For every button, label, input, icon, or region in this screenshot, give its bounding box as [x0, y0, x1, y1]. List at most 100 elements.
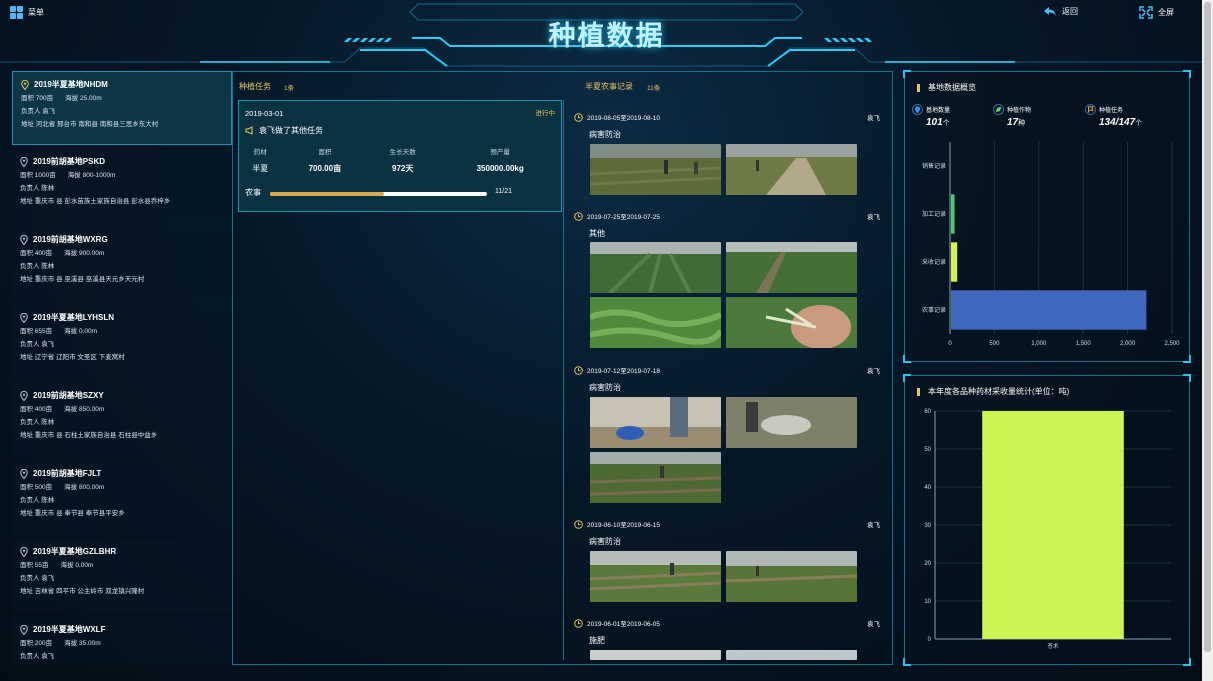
y-tick-label: 50	[924, 447, 931, 453]
base-address: 地址 吉林省 四平市 公主岭市 双龙镇兴隆村	[20, 588, 145, 595]
progress-text: 11/21	[495, 188, 512, 195]
bar	[982, 411, 1124, 639]
field-photo[interactable]	[590, 650, 721, 660]
records-bar-chart: 0 500 1,000 1,500 2,000 2,500 农事记录 采收记录 加工记录 销售记录	[922, 142, 1180, 347]
clock-icon	[574, 519, 583, 529]
y-tick-label: 加工记录	[922, 210, 946, 218]
y-tick-label: 10	[924, 599, 931, 605]
field-photo[interactable]	[590, 297, 721, 348]
harvest-panel: 本年度各品种药材采收量统计(单位：吨) 0 10 20 30 40 50 60 苍术	[903, 374, 1191, 666]
task-header: 药材	[253, 149, 267, 156]
record-type: 病害防治	[589, 130, 621, 139]
location-pin-icon	[20, 624, 28, 635]
base-owner: 负责人 陈林	[20, 497, 55, 504]
base-address: 地址 重庆市 县 巫溪县 巫溪县天元乡天元村	[20, 276, 145, 283]
x-tick-label: 2,500	[1164, 341, 1180, 347]
field-photo[interactable]	[590, 144, 721, 195]
record-item[interactable]: 2019-08-05至2019-08-10 袁飞 病害防治	[564, 100, 892, 199]
task-summary: 袁飞做了其他任务	[259, 126, 323, 135]
record-item[interactable]: 2019-07-25至2019-07-25 袁飞 其他	[564, 199, 892, 353]
x-tick-label: 500	[989, 341, 1000, 347]
task-card[interactable]: 2019-03-01 进行中 袁飞做了其他任务 药材 面积 生长天数 预产量 半…	[238, 100, 562, 212]
base-name: 2019前胡基地PSKD	[33, 157, 106, 166]
task-value: 972天	[392, 163, 414, 173]
record-date: 2019-07-25至2019-07-25	[587, 214, 660, 221]
record-item[interactable]: 2019-07-12至2019-07-18 袁飞 病害防治	[564, 353, 892, 507]
back-button[interactable]: 返回	[1043, 6, 1078, 17]
base-list-item[interactable]: 2019半夏基地NHDM 面积 700亩 海拔 25.00m 负责人 袁飞 地址 …	[12, 71, 232, 145]
field-photo[interactable]	[590, 452, 721, 503]
x-tick-label: 2,000	[1120, 341, 1136, 347]
plant-in-hand-photo[interactable]	[726, 297, 857, 348]
spraying-photo[interactable]	[590, 397, 721, 448]
record-date: 2019-06-01至2019-06-05	[587, 621, 660, 628]
location-pin-icon	[20, 390, 28, 401]
clock-icon	[574, 365, 583, 375]
field-photo[interactable]	[590, 551, 721, 602]
base-list-item[interactable]: 2019半夏基地WXLF 面积 200亩 海拔 35.00m 负责人 袁飞	[12, 617, 232, 665]
base-owner: 负责人 袁飞	[20, 575, 55, 582]
planting-panel: 种植任务 1条 半夏农事记录 11条 2019-03-01 进行中 袁飞做了其他…	[232, 71, 893, 665]
base-list-item[interactable]: 2019前胡基地PSKD 面积 1000亩 海拔 800-1000m 负责人 陈林…	[12, 149, 232, 223]
location-pin-icon	[20, 234, 28, 245]
base-list-item[interactable]: 2019前胡基地FJLT 面积 500亩 海拔 800.00m 负责人 陈林 地址…	[12, 461, 232, 535]
y-tick-label: 采收记录	[922, 258, 946, 266]
record-date: 2019-07-12至2019-07-18	[587, 368, 660, 375]
location-pin-icon	[20, 546, 28, 557]
field-photo[interactable]	[726, 144, 857, 195]
location-pin-icon	[20, 468, 28, 479]
base-list-item[interactable]: 2019半夏基地GZLBHR 面积 55亩 海拔 0.00m 负责人 袁飞 地址 …	[12, 539, 232, 613]
back-label: 返回	[1062, 7, 1078, 16]
record-type: 病害防治	[589, 383, 621, 392]
base-area: 面积 655亩	[20, 328, 53, 335]
base-owner: 负责人 袁飞	[20, 653, 55, 660]
y-tick-label: 20	[924, 561, 931, 567]
record-type: 其他	[589, 229, 605, 238]
base-list-item[interactable]: 2019前胡基地WXRG 面积 400亩 海拔 900.00m 负责人 陈林 地址…	[12, 227, 232, 301]
overview-panel: 基地数据概览 基地数量 101个 种植作物 17种 种植任务 134/147个 …	[903, 70, 1191, 363]
field-photo[interactable]	[726, 242, 857, 293]
record-person: 袁飞	[867, 368, 880, 375]
field-photo[interactable]	[726, 551, 857, 602]
base-altitude: 海拔 900.00m	[64, 250, 105, 257]
record-date: 2019-08-05至2019-08-10	[587, 115, 660, 122]
record-item[interactable]: 2019-06-01至2019-06-05 袁飞 施肥	[564, 606, 892, 660]
record-person: 袁飞	[867, 214, 880, 221]
base-address: 地址 辽宁省 辽阳市 文圣区 下麦窝村	[20, 354, 125, 361]
base-list-item[interactable]: 2019前胡基地SZXY 面积 400亩 海拔 850.00m 负责人 陈林 地址…	[12, 383, 232, 457]
page-scrollbar[interactable]	[1202, 0, 1213, 681]
base-list-item[interactable]: 2019半夏基地LYHSLN 面积 655亩 海拔 0.00m 负责人 袁飞 地址…	[12, 305, 232, 379]
task-date: 2019-03-01	[245, 109, 284, 118]
base-owner: 负责人 袁飞	[21, 108, 56, 115]
y-tick-label: 40	[924, 485, 931, 491]
task-header: 预产量	[490, 149, 510, 156]
task-header: 面积	[318, 149, 332, 156]
base-owner: 负责人 陈林	[20, 185, 55, 192]
field-photo[interactable]	[726, 650, 857, 660]
y-tick-label: 农事记录	[922, 306, 946, 314]
fullscreen-icon	[1139, 6, 1153, 19]
record-item[interactable]: 2019-06-10至2019-06-15 袁飞 病害防治	[564, 507, 892, 606]
page-title: 种植数据	[548, 21, 665, 51]
clock-icon	[574, 618, 583, 628]
base-area: 面积 200亩	[20, 640, 53, 647]
task-value: 半夏	[252, 163, 269, 173]
base-name: 2019前胡基地SZXY	[33, 391, 104, 400]
menu-button[interactable]: 菜单	[10, 6, 44, 19]
x-tick-label: 苍术	[1047, 642, 1059, 650]
scrollbar-thumb[interactable]	[1204, 2, 1211, 652]
location-pin-icon	[21, 79, 29, 90]
base-area: 面积 700亩	[21, 95, 54, 102]
fullscreen-button[interactable]: 全屏	[1139, 6, 1174, 19]
base-owner: 负责人 陈林	[20, 263, 55, 270]
field-photo[interactable]	[590, 242, 721, 293]
record-type: 病害防治	[589, 537, 621, 546]
x-tick-label: 1,500	[1076, 341, 1092, 347]
record-person: 袁飞	[867, 522, 880, 529]
base-owner: 负责人 袁飞	[20, 341, 55, 348]
spraying-photo[interactable]	[726, 397, 857, 448]
base-address: 地址 重庆市 县 奉节县 奉节县平安乡	[20, 510, 125, 517]
progress-bar	[270, 192, 487, 196]
records-list: 2019-08-05至2019-08-10 袁飞 病害防治 2019-07-25…	[564, 100, 892, 660]
base-altitude: 海拔 850.00m	[64, 406, 105, 413]
